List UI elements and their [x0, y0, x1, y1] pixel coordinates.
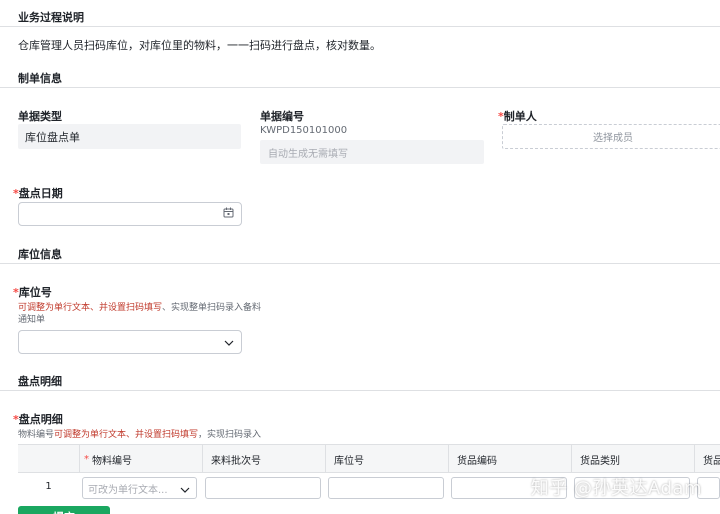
location-no-label: *库位号 [13, 286, 52, 299]
section-divider [0, 390, 720, 391]
column-header-goods-code: 货品编码 [448, 445, 571, 473]
bill-type-label: 单据类型 [18, 110, 62, 123]
location-no-select[interactable] [18, 330, 242, 354]
section-title-detail: 盘点明细 [18, 375, 62, 388]
creator-label: *制单人 [498, 110, 537, 123]
row-index: 1 [45, 481, 52, 492]
table-header: *物料编号 来料批次号 库位号 货品编码 货品类别 货品 [18, 445, 720, 473]
chevron-down-icon [180, 485, 190, 496]
column-header-batch-no: 来料批次号 [202, 445, 325, 473]
bill-no-input: 自动生成无需填写 [260, 140, 484, 164]
section-divider [0, 87, 720, 88]
section-title-bill-info: 制单信息 [18, 72, 62, 85]
detail-field-label: *盘点明细 [13, 413, 63, 426]
required-mark: * [84, 453, 89, 465]
column-header-goods: 货品 [694, 445, 720, 473]
column-header-goods-category: 货品类别 [571, 445, 694, 473]
detail-table: *物料编号 来料批次号 库位号 货品编码 货品类别 货品 1 可改为单行文本..… [18, 444, 720, 499]
calendar-icon[interactable] [223, 207, 234, 221]
creator-member-picker[interactable]: 选择成员 [502, 124, 720, 149]
count-date-input[interactable] [18, 202, 242, 226]
bill-no-label: 单据编号 [260, 110, 304, 123]
section-title-location-info: 库位信息 [18, 248, 62, 261]
count-date-label: *盘点日期 [13, 187, 63, 200]
location-no-input[interactable] [328, 477, 444, 499]
column-header-location-no: 库位号 [325, 445, 448, 473]
column-header-index [18, 445, 79, 473]
section-title-process: 业务过程说明 [18, 11, 84, 24]
location-no-hint: 可调整为单行文本、并设置扫码填写、实现整单扫码录入备料通知单 [18, 303, 262, 325]
column-header-material-no: * 物料编号 [79, 445, 202, 473]
material-no-select[interactable]: 可改为单行文本... [82, 477, 197, 499]
batch-no-input[interactable] [205, 477, 321, 499]
section-divider [0, 263, 720, 264]
bill-type-value: 库位盘点单 [18, 124, 241, 149]
watermark: 知乎 @孙英达Adam [530, 478, 702, 499]
chevron-down-icon [224, 335, 234, 349]
process-description: 仓库管理人员扫码库位，对库位里的物料，一一扫码进行盘点，核对数量。 [18, 39, 381, 52]
detail-field-hint: 物料编号可调整为单行文本、并设置扫码填写，实现扫码录入 [18, 430, 262, 440]
section-divider [0, 26, 720, 27]
submit-button[interactable]: 提交 [18, 506, 110, 514]
bill-no-value: KWPD150101000 [260, 125, 348, 136]
